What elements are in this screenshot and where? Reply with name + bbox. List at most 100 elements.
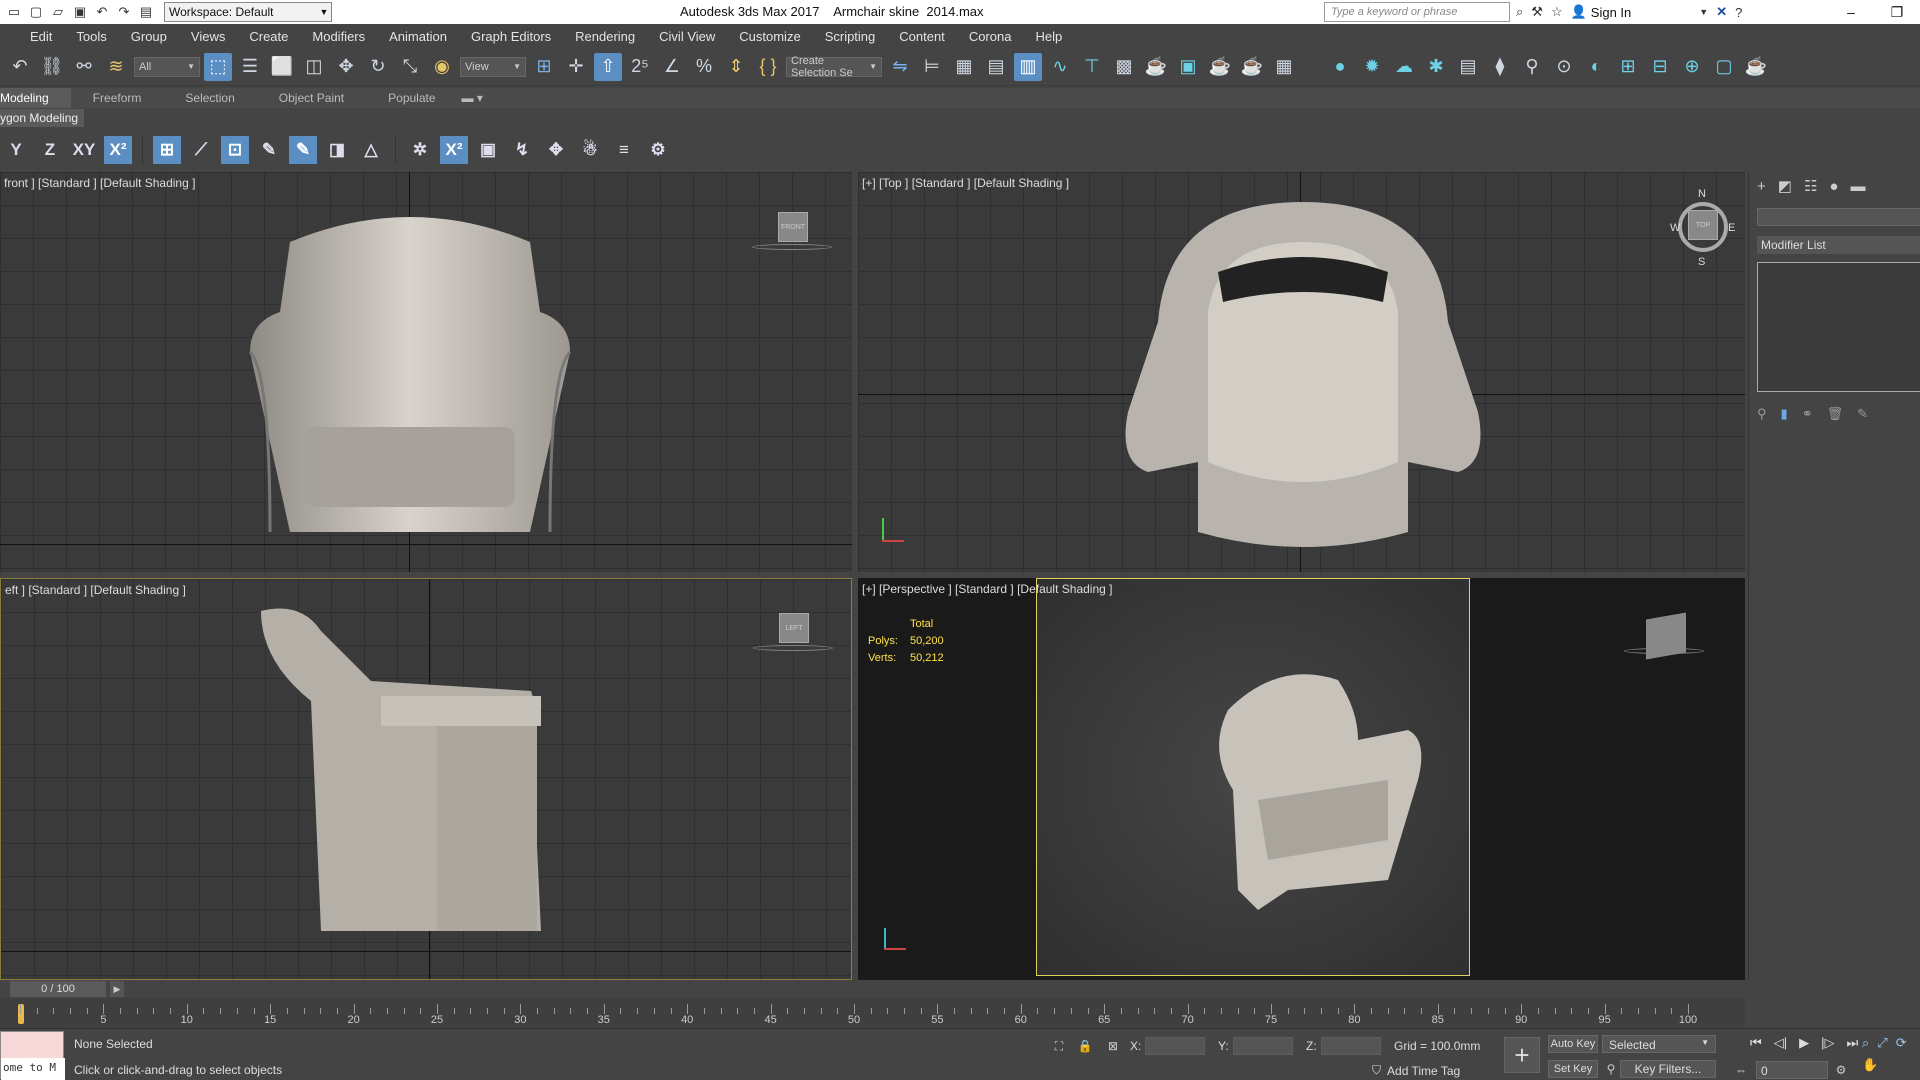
help-icon[interactable]: ? xyxy=(1735,5,1742,20)
scale-icon[interactable]: ⤡ xyxy=(396,53,424,81)
next-frame-icon[interactable]: |▷ xyxy=(1821,1035,1834,1051)
unlink-icon[interactable]: ⚯ xyxy=(70,53,98,81)
viewport-left[interactable]: eft ] [Standard ] [Default Shading ] LEF… xyxy=(0,578,852,980)
render-iterative-icon[interactable]: ☕ xyxy=(1238,53,1266,81)
key-mode-toggle-icon[interactable]: ⇔ xyxy=(1732,1061,1750,1079)
viewport-label-perspective[interactable]: [+] [Perspective ] [Standard ] [Default … xyxy=(862,582,1112,596)
corona-camera-icon[interactable]: ⊙ xyxy=(1550,53,1578,81)
redo-icon[interactable]: ↷ xyxy=(114,3,134,21)
add-time-tag-button[interactable]: ⛉ Add Time Tag xyxy=(1372,1063,1460,1078)
undo-icon[interactable]: ↶ xyxy=(92,3,112,21)
edge-icon[interactable]: △ xyxy=(357,136,385,164)
exchange-icon[interactable]: ⚒ xyxy=(1531,4,1543,20)
key-mode-icon[interactable]: ⚲ xyxy=(1602,1060,1620,1078)
viewport-label-top[interactable]: [+] [Top ] [Standard ] [Default Shading … xyxy=(862,176,1069,190)
object-name-field[interactable] xyxy=(1757,208,1920,226)
play-icon[interactable]: ▶ xyxy=(1799,1035,1809,1051)
modifier-list-dropdown[interactable]: Modifier List xyxy=(1757,236,1920,254)
pin-stack-icon[interactable]: ⚲ xyxy=(1757,406,1767,422)
settings-icon[interactable]: ⚙ xyxy=(644,136,672,164)
modifier-stack[interactable] xyxy=(1757,262,1920,392)
bind-space-warp-icon[interactable]: ≋ xyxy=(102,53,130,81)
menu-corona[interactable]: Corona xyxy=(957,29,1024,44)
pan-icon[interactable]: ✋ xyxy=(1862,1057,1878,1073)
percent-snap-icon[interactable]: % xyxy=(690,53,718,81)
particle-icon[interactable]: ✱ xyxy=(1422,53,1450,81)
toggle-ribbon-icon[interactable]: ▥ xyxy=(1014,52,1042,81)
maxscript-output[interactable]: ome to M xyxy=(1,1058,65,1080)
sign-in-button[interactable]: 👤 Sign In xyxy=(1571,4,1632,20)
previous-frame-icon[interactable]: ◁| xyxy=(1774,1035,1787,1051)
maxscript-listener[interactable]: ome to M xyxy=(0,1031,65,1080)
selection-filter-dropdown[interactable]: All ▼ xyxy=(134,56,200,77)
binoculars-icon[interactable]: ⌕ xyxy=(1516,4,1523,20)
corona-proxy-icon[interactable]: ⊕ xyxy=(1678,53,1706,81)
compass-ring[interactable] xyxy=(1678,202,1728,252)
viewcube-ring[interactable] xyxy=(752,244,832,250)
select-by-name-icon[interactable]: ☰ xyxy=(236,53,264,81)
tab-modeling[interactable]: Modeling xyxy=(0,88,71,108)
grid-snap-icon[interactable]: ⊞ xyxy=(153,136,181,164)
auto-key-button[interactable]: Auto Key xyxy=(1548,1035,1598,1053)
pivot-icon[interactable]: ⊞ xyxy=(530,53,558,81)
sun-icon[interactable]: ✹ xyxy=(1358,53,1386,81)
link-icon[interactable]: ⛓ xyxy=(38,53,66,81)
vertex-icon[interactable]: ◨ xyxy=(323,136,351,164)
pick-tool-icon[interactable]: ⟋ xyxy=(187,136,215,164)
project-icon[interactable]: ▤ xyxy=(136,3,156,21)
light-lister-icon[interactable]: ● xyxy=(1326,53,1354,81)
time-slider[interactable]: 0 / 100 xyxy=(10,981,106,997)
menu-group[interactable]: Group xyxy=(119,29,179,44)
relax-icon[interactable]: ✥ xyxy=(542,136,570,164)
tab-freeform[interactable]: Freeform xyxy=(71,88,164,108)
viewcube-ring[interactable] xyxy=(1624,648,1704,654)
placement-icon[interactable]: ◉ xyxy=(428,53,456,81)
shrink-icon[interactable]: ☃ xyxy=(576,136,604,164)
orbit-icon[interactable]: ⟳ xyxy=(1896,1035,1907,1051)
viewport-perspective[interactable]: [+] [Perspective ] [Standard ] [Default … xyxy=(858,578,1745,980)
undo-icon[interactable]: ↶ xyxy=(6,53,34,81)
menu-scripting[interactable]: Scripting xyxy=(813,29,888,44)
viewcube-front[interactable]: FRONT xyxy=(778,212,808,242)
menu-content[interactable]: Content xyxy=(887,29,957,44)
move-icon[interactable]: ✥ xyxy=(332,53,360,81)
menu-modifiers[interactable]: Modifiers xyxy=(300,29,377,44)
render-setup-icon[interactable]: ☕ xyxy=(1142,53,1170,81)
stack-icon[interactable]: ≡ xyxy=(610,136,638,164)
edit-pencil-icon[interactable]: ✎ xyxy=(255,136,283,164)
viewport-label-front[interactable]: front ] [Standard ] [Default Shading ] xyxy=(4,176,195,190)
lock-selection-icon[interactable]: 🔒 xyxy=(1076,1037,1094,1055)
named-selection-dropdown[interactable]: Create Selection Se ▼ xyxy=(786,55,882,79)
layer-explorer-icon[interactable]: ▤ xyxy=(982,53,1010,81)
hierarchy-tab-icon[interactable]: ☷ xyxy=(1804,177,1817,195)
menu-customize[interactable]: Customize xyxy=(727,29,812,44)
open-file-icon[interactable]: ▱ xyxy=(48,3,68,21)
minimize-button[interactable]: – xyxy=(1828,0,1874,24)
curve-editor-icon[interactable]: ∿ xyxy=(1046,53,1074,81)
create-tab-icon[interactable]: + xyxy=(1757,178,1766,195)
workspace-dropdown[interactable]: Workspace: Default ▼ xyxy=(164,2,332,22)
edit-named-selection-icon[interactable]: { } xyxy=(754,53,782,81)
text-icon[interactable]: ▤ xyxy=(1454,53,1482,81)
menu-tools[interactable]: Tools xyxy=(64,29,118,44)
render-in-cloud-icon[interactable]: ▦ xyxy=(1270,53,1298,81)
constrain-z-button[interactable]: Z xyxy=(36,136,64,164)
select-manipulate-icon[interactable]: ✛ xyxy=(562,53,590,81)
menu-help[interactable]: Help xyxy=(1023,29,1074,44)
app-menu-icon[interactable]: ▭ xyxy=(4,3,24,21)
coord-z-field[interactable] xyxy=(1320,1037,1381,1055)
menu-rendering[interactable]: Rendering xyxy=(563,29,647,44)
mirror-icon[interactable]: ⇋ xyxy=(886,53,914,81)
align-icon[interactable]: ⊨ xyxy=(918,53,946,81)
corona-interactive-icon[interactable]: ⊞ xyxy=(1614,53,1642,81)
coord-x-field[interactable] xyxy=(1145,1037,1206,1055)
polygon-modeling-panel[interactable]: ygon Modeling xyxy=(0,109,85,127)
track-bar[interactable]: 5 10 15 20 25 30 35 40 45 50 55 60 65 70 75 80 85 90 95 100 xyxy=(0,998,1745,1028)
keyboard-shortcut-icon[interactable]: ⇧ xyxy=(594,52,622,81)
lights-icon[interactable]: ☁ xyxy=(1390,53,1418,81)
camera-icon[interactable]: ▣ xyxy=(474,136,502,164)
playhead[interactable] xyxy=(18,1004,24,1024)
corona-converter-icon[interactable]: ▢ xyxy=(1710,53,1738,81)
tab-object-paint[interactable]: Object Paint xyxy=(257,88,366,108)
viewport-label-left[interactable]: eft ] [Standard ] [Default Shading ] xyxy=(5,583,186,597)
